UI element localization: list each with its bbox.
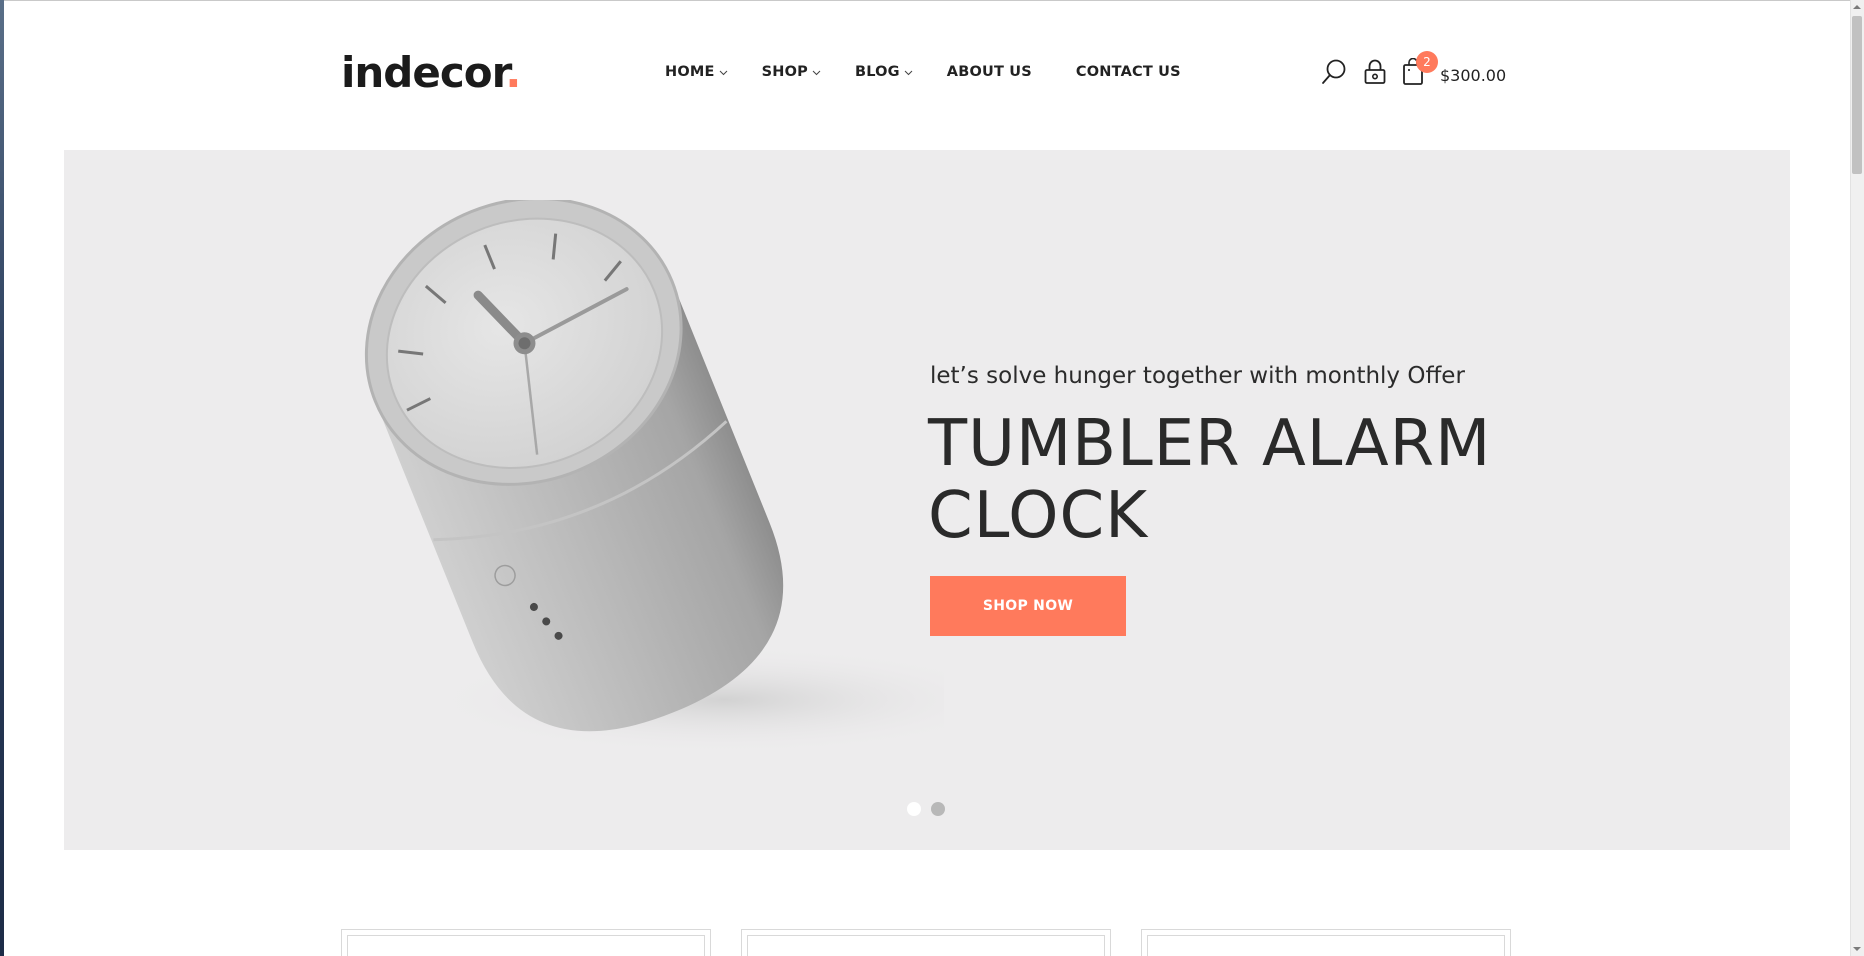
hero-title: TUMBLER ALARM CLOCK [928,408,1548,552]
nav-item-about-us[interactable]: ABOUT US [947,64,1032,80]
card-frame [747,935,1105,956]
chevron-down-icon [904,64,913,80]
logo-text: indecor [341,48,506,97]
nav-item-shop[interactable]: SHOP [762,64,821,80]
cart-total[interactable]: $300.00 [1440,66,1506,85]
chevron-down-icon [812,64,821,80]
hero-title-line-1: TUMBLER ALARM [928,407,1492,481]
hero-title-line-2: CLOCK [928,479,1149,553]
scroll-up-arrow-icon[interactable] [1850,0,1864,14]
site-header: indecor. HOME SHOP BLOG ABOUT US CONTACT… [0,0,1850,150]
cart-count-badge: 2 [1416,51,1438,73]
search-icon[interactable] [1318,56,1350,88]
slider-pagination [907,802,945,816]
category-card[interactable] [741,929,1111,956]
nav-item-label: ABOUT US [946,64,1032,80]
nav-item-contact-us[interactable]: CONTACT US [1076,64,1181,80]
hero-slider: let’s solve hunger together with monthly… [64,150,1790,850]
site-logo[interactable]: indecor. [341,52,521,94]
hero-subtitle: let’s solve hunger together with monthly… [930,363,1465,389]
lock-icon[interactable] [1360,56,1390,88]
slider-dot-1[interactable] [907,802,921,816]
main-nav: HOME SHOP BLOG ABOUT US CONTACT US [665,64,1181,80]
nav-item-label: BLOG [854,64,900,80]
header-actions: 2 $300.00 [1318,51,1506,88]
nav-item-label: CONTACT US [1075,64,1181,80]
logo-dot: . [505,48,521,97]
nav-item-home[interactable]: HOME [665,64,728,80]
scroll-down-arrow-icon[interactable] [1850,942,1864,956]
nav-item-label: SHOP [761,64,808,80]
slider-dot-2[interactable] [931,802,945,816]
card-frame [1147,935,1505,956]
shopping-bag-icon[interactable]: 2 [1400,51,1438,88]
nav-item-blog[interactable]: BLOG [855,64,913,80]
shop-now-button[interactable]: SHOP NOW [930,576,1126,636]
category-card[interactable] [1141,929,1511,956]
scrollbar-thumb[interactable] [1852,16,1862,174]
card-frame [347,935,705,956]
chevron-down-icon [719,64,728,80]
nav-item-label: HOME [665,64,715,80]
category-card[interactable] [341,929,711,956]
alarm-clock-image [364,200,944,755]
